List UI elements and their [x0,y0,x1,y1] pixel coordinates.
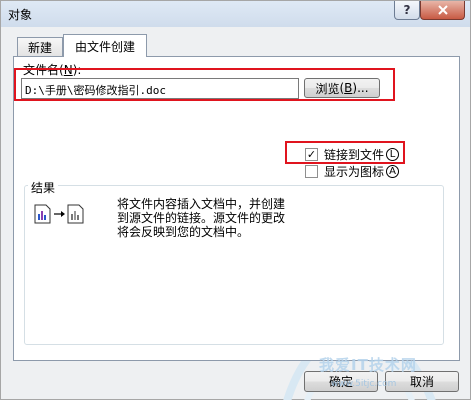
tab-new-label: 新建 [27,40,52,55]
result-label: 结果 [28,179,59,196]
link-to-file-label: 链接到文件 [324,148,385,162]
linked-document-icon [34,204,84,224]
browse-shortcut: B [344,81,353,95]
filename-input[interactable]: D:\手册\密码修改指引.doc [21,78,299,99]
browse-label: 浏览 [315,81,340,96]
link-to-file-shortcut: L [386,148,400,161]
filename-shortcut: N [63,63,73,77]
filename-suffix: : [77,63,82,77]
window-title: 对象 [8,8,33,22]
result-description: 将文件内容插入文档中，并创建到源文件的链接。源文件的更改将会反映到您的文档中。 [117,197,286,239]
close-icon [437,5,448,15]
tab-create-from-file-label: 由文件创建 [74,39,135,54]
display-as-icon-shortcut: A [386,165,400,178]
checkmark-icon: ✓ [306,148,317,161]
browse-suffix: ... [357,81,369,95]
tab-create-from-file[interactable]: 由文件创建 [63,34,147,57]
display-as-icon-label: 显示为图标 [324,165,385,179]
close-button[interactable] [420,1,465,20]
link-to-file-option[interactable]: ✓ 链接到文件 L [305,146,400,163]
cancel-label: 取消 [409,375,434,389]
tab-new[interactable]: 新建 [17,37,63,56]
help-button[interactable]: ? [394,1,420,20]
help-icon: ? [403,3,411,17]
display-as-icon-checkbox[interactable] [305,165,318,178]
watermark-url: www.5itjc.com [331,379,397,389]
filename-label: 文件名(N): [23,63,82,77]
object-dialog: 对象 ? 新建 由文件创建 文件名(N): D:\手册\密码修改指引.doc 浏… [0,0,471,400]
display-as-icon-option[interactable]: 显示为图标 A [305,163,400,180]
browse-button[interactable]: 浏览(B)... [304,78,380,98]
link-to-file-checkbox[interactable]: ✓ [305,148,318,161]
filename-label-text: 文件名 [23,63,60,77]
